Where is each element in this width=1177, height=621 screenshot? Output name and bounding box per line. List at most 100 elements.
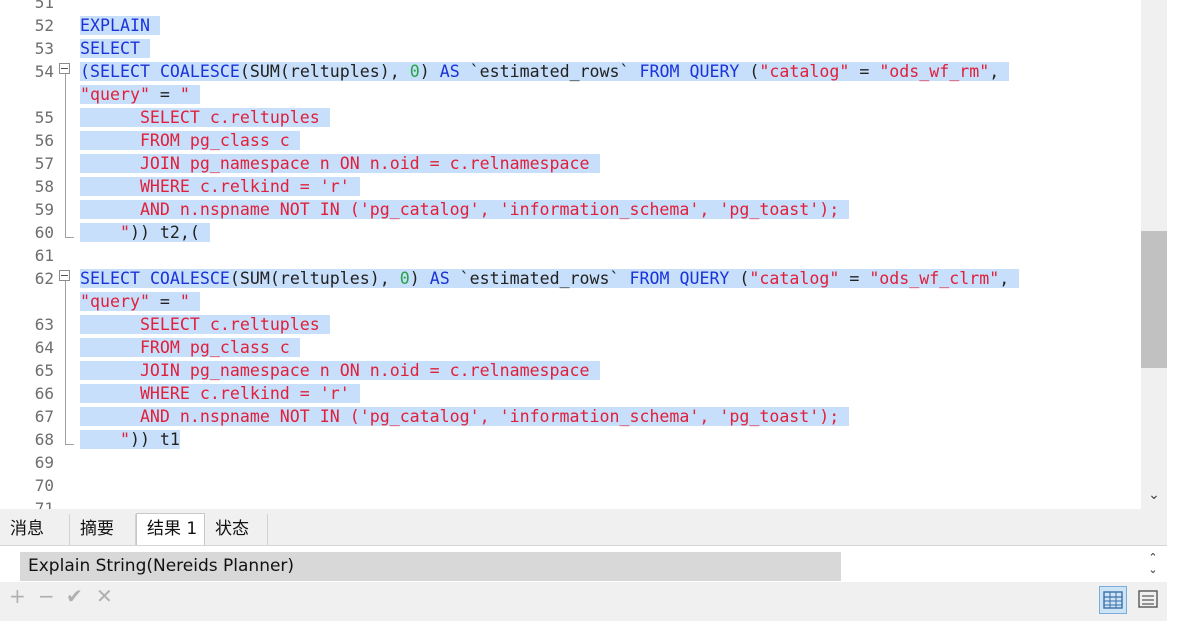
tab-summary[interactable]: 摘要 xyxy=(70,514,136,545)
code-line[interactable]: "query" = " xyxy=(80,290,200,313)
code-line[interactable]: JOIN pg_namespace n ON n.oid = c.relname… xyxy=(80,152,600,175)
selection-highlight: JOIN pg_namespace n ON n.oid = c.relname… xyxy=(80,361,600,380)
code-line[interactable]: WHERE c.relkind = 'r' xyxy=(80,175,360,198)
code-token: " xyxy=(80,430,130,449)
code-token: , xyxy=(999,269,1020,288)
code-line[interactable]: AND n.nspname NOT IN ('pg_catalog', 'inf… xyxy=(80,405,850,428)
line-number: 70 xyxy=(34,476,54,495)
fold-guide xyxy=(65,281,66,444)
code-token: SELECT xyxy=(80,39,150,58)
line-number: 51 xyxy=(34,0,54,12)
editor-vertical-scrollbar[interactable]: ⌄ xyxy=(1141,0,1167,509)
line-number: 71 xyxy=(34,499,54,509)
line-number: 61 xyxy=(34,246,54,265)
code-token: SELECT c.reltuples xyxy=(80,315,330,334)
code-line[interactable]: ")) t1 xyxy=(80,428,180,451)
code-token: WHERE c.relkind = 'r' xyxy=(80,384,360,403)
result-grid[interactable]: Explain String(Nereids Planner) ⌃ ⌄ xyxy=(0,546,1167,582)
selection-highlight: JOIN pg_namespace n ON n.oid = c.relname… xyxy=(80,154,600,173)
code-line[interactable]: "query" = " xyxy=(80,83,200,106)
code-token: "query" xyxy=(80,292,150,311)
code-token: = xyxy=(849,62,880,81)
code-line[interactable]: FROM pg_class c xyxy=(80,129,300,152)
code-token: = xyxy=(149,292,180,311)
code-token: AS xyxy=(429,269,450,288)
fold-collapse-icon[interactable] xyxy=(59,63,70,74)
code-token: ( xyxy=(739,62,760,81)
code-token: " xyxy=(179,292,200,311)
scrollbar-thumb[interactable] xyxy=(1141,231,1167,368)
discard-changes-icon[interactable]: ✕ xyxy=(96,584,113,608)
code-line[interactable]: SELECT c.reltuples xyxy=(80,106,330,129)
fold-end-marker xyxy=(65,444,74,445)
code-token: COALESCE xyxy=(149,269,230,288)
code-token: `estimated_rows` xyxy=(459,62,640,81)
code-token: FROM QUERY xyxy=(639,62,740,81)
selection-highlight: SELECT c.reltuples xyxy=(80,108,330,127)
code-token: )) t2,( xyxy=(129,223,210,242)
code-token: " xyxy=(179,85,200,104)
apply-changes-icon[interactable]: ✔ xyxy=(66,584,83,608)
column-header-explain-string[interactable]: Explain String(Nereids Planner) xyxy=(20,552,841,581)
line-number: 66 xyxy=(34,384,54,403)
code-token: , xyxy=(989,62,1010,81)
code-token: ( xyxy=(729,269,750,288)
selection-highlight: SELECT xyxy=(80,39,150,58)
code-line[interactable]: FROM pg_class c xyxy=(80,336,300,359)
line-number: 65 xyxy=(34,361,54,380)
code-line[interactable]: SELECT xyxy=(80,37,150,60)
code-line[interactable]: ")) t2,( xyxy=(80,221,210,244)
code-line[interactable]: (SELECT COALESCE(SUM(reltuples), 0) AS `… xyxy=(80,60,1010,83)
line-number: 58 xyxy=(34,177,54,196)
tab-status[interactable]: 状态 xyxy=(205,514,268,545)
code-token: = xyxy=(839,269,870,288)
code-line[interactable]: SELECT COALESCE(SUM(reltuples), 0) AS `e… xyxy=(80,267,1020,290)
code-line[interactable]: JOIN pg_namespace n ON n.oid = c.relname… xyxy=(80,359,600,382)
selection-highlight: EXPLAIN xyxy=(80,16,160,35)
selection-highlight: ")) t2,( xyxy=(80,223,210,242)
code-line[interactable]: AND n.nspname NOT IN ('pg_catalog', 'inf… xyxy=(80,198,850,221)
code-token: (SUM(reltuples), xyxy=(229,269,400,288)
delete-row-icon[interactable]: − xyxy=(38,584,55,608)
line-number: 68 xyxy=(34,430,54,449)
sql-editor[interactable]: 51 52 53 54 55 56 57 58 59 60 61 62 63 64 65 66 67 68 69 70… xyxy=(0,0,1141,509)
selection-highlight: WHERE c.relkind = 'r' xyxy=(80,384,360,403)
grid-view-icon[interactable] xyxy=(1099,586,1127,614)
code-line[interactable]: EXPLAIN xyxy=(80,14,160,37)
tab-result-1[interactable]: 结果 1 xyxy=(136,513,205,545)
code-token: "ods_wf_clrm" xyxy=(869,269,1000,288)
window-edge xyxy=(1167,0,1177,621)
code-token: JOIN pg_namespace n ON n.oid = c.relname… xyxy=(80,154,600,173)
code-token: COALESCE xyxy=(159,62,240,81)
result-scroll-icon[interactable]: ⌃ ⌄ xyxy=(1146,552,1160,580)
line-number: 56 xyxy=(34,131,54,150)
fold-end-marker xyxy=(65,237,74,238)
code-token: AND n.nspname NOT IN ('pg_catalog', 'inf… xyxy=(80,407,850,426)
chevron-down-icon[interactable]: ⌄ xyxy=(1141,485,1167,505)
code-token: 0 xyxy=(409,62,420,81)
code-line[interactable]: WHERE c.relkind = 'r' xyxy=(80,382,360,405)
result-tabs: 消息 摘要 结果 1 状态 xyxy=(0,513,1167,546)
code-line[interactable]: SELECT c.reltuples xyxy=(80,313,330,336)
code-token: )) t1 xyxy=(129,430,180,449)
code-token: FROM QUERY xyxy=(629,269,730,288)
line-number: 59 xyxy=(34,200,54,219)
line-number: 62 xyxy=(34,269,54,288)
code-token: `estimated_rows` xyxy=(449,269,630,288)
result-toolbar: + − ✔ ✕ xyxy=(0,582,1167,621)
code-token: AND n.nspname NOT IN ('pg_catalog', 'inf… xyxy=(80,200,850,219)
fold-collapse-icon[interactable] xyxy=(59,270,70,281)
fold-guide xyxy=(65,74,66,237)
code-token: "catalog" xyxy=(749,269,840,288)
selection-highlight: ")) t1 xyxy=(80,430,180,449)
code-token: FROM pg_class c xyxy=(80,131,300,150)
code-token: EXPLAIN xyxy=(80,16,160,35)
code-token: 0 xyxy=(399,269,410,288)
add-row-icon[interactable]: + xyxy=(9,584,26,608)
selection-highlight: SELECT c.reltuples xyxy=(80,315,330,334)
selection-highlight: WHERE c.relkind = 'r' xyxy=(80,177,360,196)
selection-highlight: AND n.nspname NOT IN ('pg_catalog', 'inf… xyxy=(80,200,850,219)
line-number: 55 xyxy=(34,108,54,127)
form-view-icon[interactable] xyxy=(1135,586,1163,614)
tab-messages[interactable]: 消息 xyxy=(0,514,70,545)
